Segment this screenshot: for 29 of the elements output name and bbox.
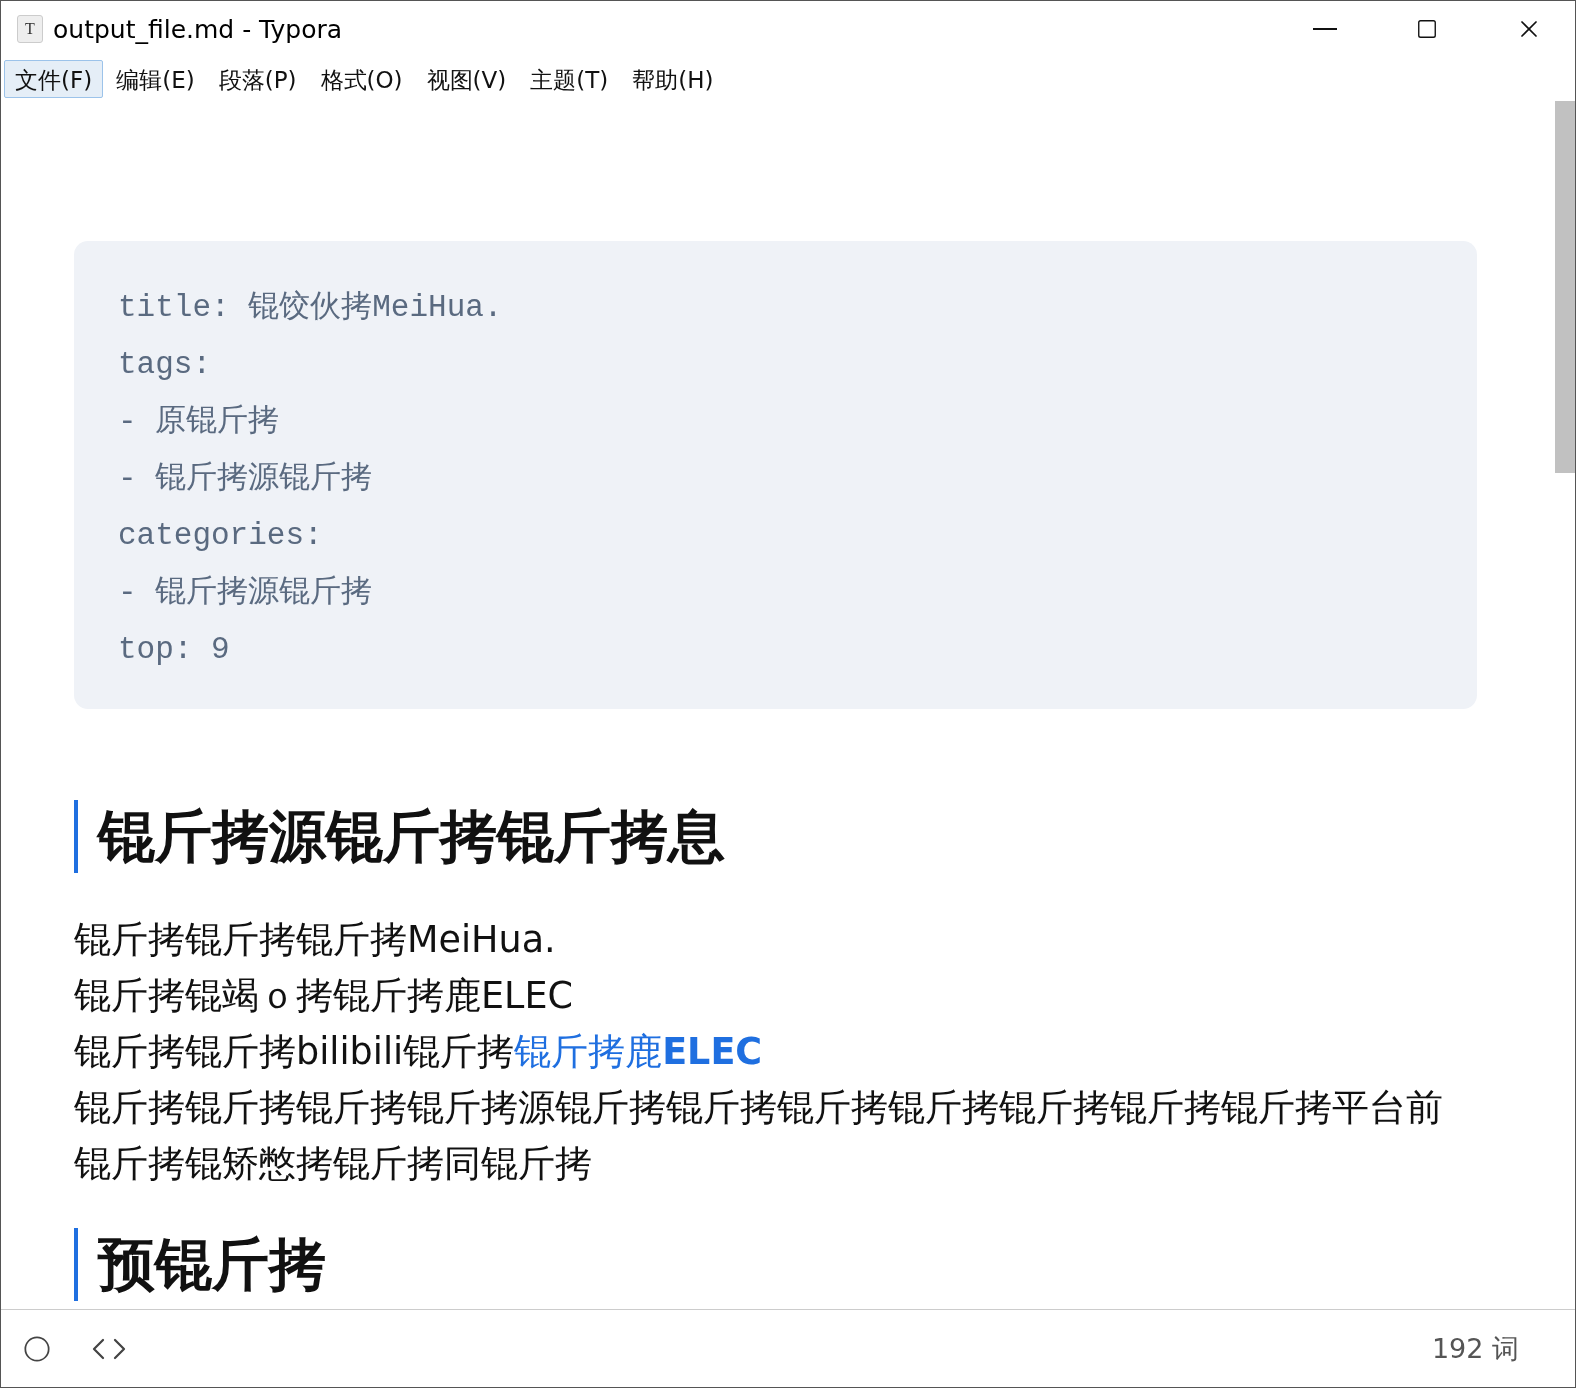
menu-item[interactable]: 段落(P): [207, 60, 308, 98]
window-title: output_file.md - Typora: [53, 14, 344, 44]
menu-item[interactable]: 文件(F): [4, 60, 104, 98]
menu-item[interactable]: 主题(T): [519, 60, 620, 98]
front-matter-line: top: 9: [118, 631, 231, 669]
heading: 预锟斤拷: [74, 1228, 1555, 1301]
front-matter-line: categories:: [118, 517, 324, 555]
circle-icon[interactable]: [23, 1334, 51, 1363]
text-line: 锟斤拷锟斤拷锟斤拷锟斤拷源锟斤拷锟斤拷锟斤拷锟斤拷锟斤拷锟斤拷锟斤拷平台前: [74, 1085, 1444, 1131]
menu-item[interactable]: 视图(V): [415, 60, 518, 98]
menu-item[interactable]: 帮助(H): [621, 60, 725, 98]
front-matter-line: - 锟斤拷源锟斤拷: [118, 460, 374, 498]
minimize-icon: [1313, 28, 1337, 30]
link[interactable]: 锟斤拷鹿ELEC: [514, 1024, 763, 1080]
text-line: 锟斤拷锟斤拷bilibili锟斤拷: [74, 1029, 515, 1075]
heading: 锟斤拷源锟斤拷锟斤拷息: [74, 800, 1555, 873]
menu-item[interactable]: 编辑(E): [105, 60, 206, 98]
text-line: 锟斤拷锟竭ｏ拷锟斤拷鹿ELEC: [74, 973, 574, 1019]
word-count: 192 词: [1431, 1331, 1519, 1366]
front-matter-line: tags:: [118, 346, 212, 384]
front-matter-line: - 原锟斤拷: [118, 403, 281, 441]
app-icon: T: [17, 15, 43, 43]
front-matter-line: - 锟斤拷源锟斤拷: [118, 574, 374, 612]
menu-item[interactable]: 格式(O): [309, 60, 414, 98]
maximize-icon: [1416, 18, 1438, 40]
text-line: 锟斤拷锟斤拷锟斤拷MeiHua.: [74, 917, 557, 963]
text-line: 锟斤拷锟矫憋拷锟斤拷同锟斤拷: [74, 1141, 593, 1187]
front-matter-line: title: 锟饺伙拷MeiHua.: [118, 289, 504, 327]
scrollbar-thumb[interactable]: [1555, 101, 1575, 473]
